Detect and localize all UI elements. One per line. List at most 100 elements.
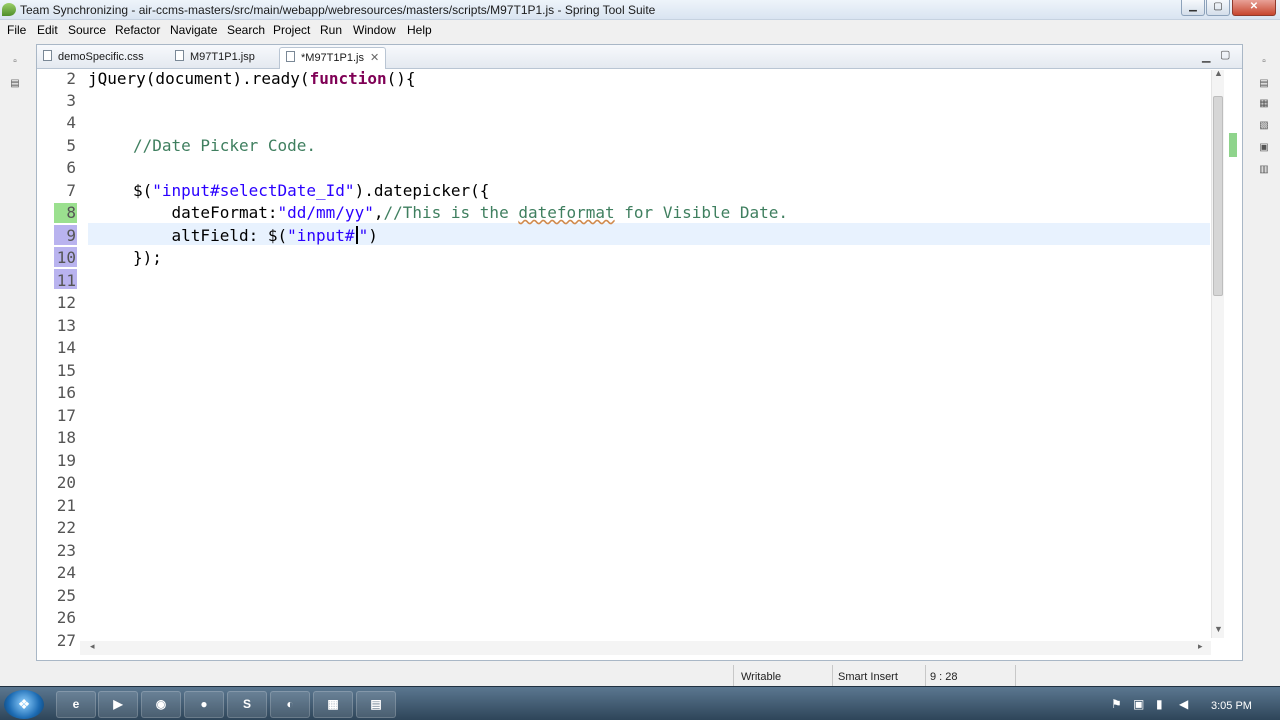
scroll-left-icon[interactable]: ◂: [90, 641, 95, 652]
minimize-editor-icon[interactable]: ▁: [1202, 50, 1210, 63]
close-button[interactable]: ✕: [1232, 0, 1276, 16]
line-number: 17: [56, 406, 76, 425]
menu-navigate[interactable]: Navigate: [170, 23, 217, 37]
line-number: 16: [56, 383, 76, 402]
package-explorer-icon[interactable]: ▤: [8, 78, 22, 90]
jsp-file-icon: [175, 50, 184, 61]
action-center-icon[interactable]: ⚑: [1111, 697, 1122, 711]
volume-icon[interactable]: ◀: [1179, 697, 1188, 711]
left-trim-bar: ▫ ▤: [0, 41, 31, 686]
line-number: 4: [66, 113, 76, 132]
code-line-2: jQuery(document).ready(function(){: [88, 70, 416, 90]
status-bar: Writable Smart Insert 9 : 28: [0, 661, 1280, 687]
line-number: 13: [56, 316, 76, 335]
menu-window[interactable]: Window: [353, 23, 396, 37]
menu-refactor[interactable]: Refactor: [115, 23, 160, 37]
notepad-taskbar-icon[interactable]: ▤: [356, 691, 396, 718]
status-writable: Writable: [741, 671, 782, 683]
code-token: altField: $(: [133, 226, 288, 245]
line-number: 5: [66, 136, 76, 155]
code-token: $(: [133, 181, 153, 200]
restore-icon[interactable]: ▫: [8, 56, 22, 68]
line-number: 24: [56, 563, 76, 582]
line-number: 25: [56, 586, 76, 605]
code-token: ): [368, 226, 378, 245]
spring-tool-suite-icon: [2, 3, 16, 16]
menu-run[interactable]: Run: [320, 23, 342, 37]
menu-file[interactable]: File: [7, 23, 26, 37]
maximize-editor-icon[interactable]: ▢: [1220, 48, 1230, 61]
line-number: 18: [56, 428, 76, 447]
title-bar: Team Synchronizing - air-ccms-masters/sr…: [0, 0, 1280, 20]
scroll-up-icon[interactable]: ▲: [1214, 68, 1223, 78]
scroll-thumb[interactable]: [1213, 96, 1223, 296]
restore-icon[interactable]: ▫: [1257, 56, 1271, 68]
ie-taskbar-icon[interactable]: e: [56, 691, 96, 718]
text-cursor: [355, 226, 358, 244]
outline-icon[interactable]: ▤: [1257, 78, 1271, 90]
signal-icon[interactable]: ▮: [1156, 697, 1163, 711]
line-number: 2: [66, 69, 76, 88]
menu-bar: File Edit Source Refactor Navigate Searc…: [0, 20, 1280, 41]
console-icon[interactable]: ▣: [1257, 142, 1271, 154]
windows-orb-icon[interactable]: ❖: [4, 690, 44, 719]
servers-icon[interactable]: ▥: [1257, 164, 1271, 176]
code-line-5: //Date Picker Code.: [88, 135, 316, 157]
editor-panel: demoSpecific.css M97T1P1.jsp *M97T1P1.js…: [36, 44, 1243, 661]
editor-tab-bar: demoSpecific.css M97T1P1.jsp *M97T1P1.js…: [37, 45, 1242, 69]
vertical-scrollbar[interactable]: ▲ ▼: [1211, 68, 1224, 638]
status-divider: [733, 665, 734, 687]
tray-clock[interactable]: 3:05 PM: [1211, 700, 1252, 712]
tab-demospecific-css[interactable]: demoSpecific.css: [43, 47, 144, 69]
code-line-7: $("input#selectDate_Id").datepicker({: [88, 180, 489, 202]
horizontal-scrollbar[interactable]: ◂ ▸: [80, 641, 1211, 655]
status-divider: [925, 665, 926, 687]
line-number: 9: [66, 226, 76, 245]
line-number: 10: [56, 248, 76, 267]
line-number: 22: [56, 518, 76, 537]
maximize-button[interactable]: ▢: [1206, 0, 1230, 16]
tab-label: M97T1P1.jsp: [190, 51, 255, 63]
menu-project[interactable]: Project: [273, 23, 310, 37]
code-token: ).datepicker({: [354, 181, 490, 200]
close-tab-icon[interactable]: ✕: [370, 52, 379, 64]
line-number: 11: [56, 271, 76, 290]
chrome-taskbar-icon[interactable]: ◉: [141, 691, 181, 718]
line-number: 20: [56, 473, 76, 492]
menu-source[interactable]: Source: [68, 23, 106, 37]
code-line-8: dateFormat:"dd/mm/yy",//This is the date…: [88, 202, 789, 224]
menu-edit[interactable]: Edit: [37, 23, 58, 37]
spring-taskbar-icon[interactable]: ◐: [270, 691, 310, 718]
tab-m97t1p1-js[interactable]: *M97T1P1.js ✕: [279, 47, 387, 69]
code-editor[interactable]: jQuery(document).ready(function(){ //Dat…: [80, 70, 1210, 640]
status-divider: [1015, 665, 1016, 687]
network-icon[interactable]: ▣: [1133, 697, 1144, 711]
task-list-icon[interactable]: ▦: [1257, 98, 1271, 110]
app-taskbar-icon[interactable]: ▦: [313, 691, 353, 718]
menu-search[interactable]: Search: [227, 23, 265, 37]
overview-ruler: [1227, 70, 1239, 638]
code-line-9: altField: $("input# "): [88, 225, 378, 247]
line-number: 6: [66, 158, 76, 177]
menu-help[interactable]: Help: [407, 23, 432, 37]
right-trim-bar: ▫ ▤ ▦ ▧ ▣ ▥: [1248, 41, 1280, 686]
comment-token: //This is the: [383, 203, 519, 222]
string-token: ": [358, 226, 369, 245]
taskbar: ❖ e ▶ ◉ ● S ◐ ▦ ▤ ⚑ ▣ ▮ ◀ 3:05 PM: [0, 686, 1280, 720]
status-cursor-position: 9 : 28: [930, 671, 958, 683]
scroll-down-icon[interactable]: ▼: [1214, 624, 1223, 634]
problems-icon[interactable]: ▧: [1257, 120, 1271, 132]
tab-m97t1p1-jsp[interactable]: M97T1P1.jsp: [175, 47, 255, 69]
string-token: "input#selectDate_Id": [152, 181, 355, 200]
code-token: dateFormat:: [133, 203, 278, 222]
scroll-right-icon[interactable]: ▸: [1198, 641, 1203, 652]
firefox-taskbar-icon[interactable]: ●: [184, 691, 224, 718]
status-insert-mode: Smart Insert: [838, 671, 898, 683]
minimize-button[interactable]: ▁: [1181, 0, 1205, 16]
code-token: jQuery(document).ready(: [88, 70, 310, 88]
overview-marker[interactable]: [1229, 133, 1237, 157]
line-number: 23: [56, 541, 76, 560]
comment-token: //Date Picker Code.: [133, 136, 317, 155]
skype-taskbar-icon[interactable]: S: [227, 691, 267, 718]
media-player-taskbar-icon[interactable]: ▶: [98, 691, 138, 718]
